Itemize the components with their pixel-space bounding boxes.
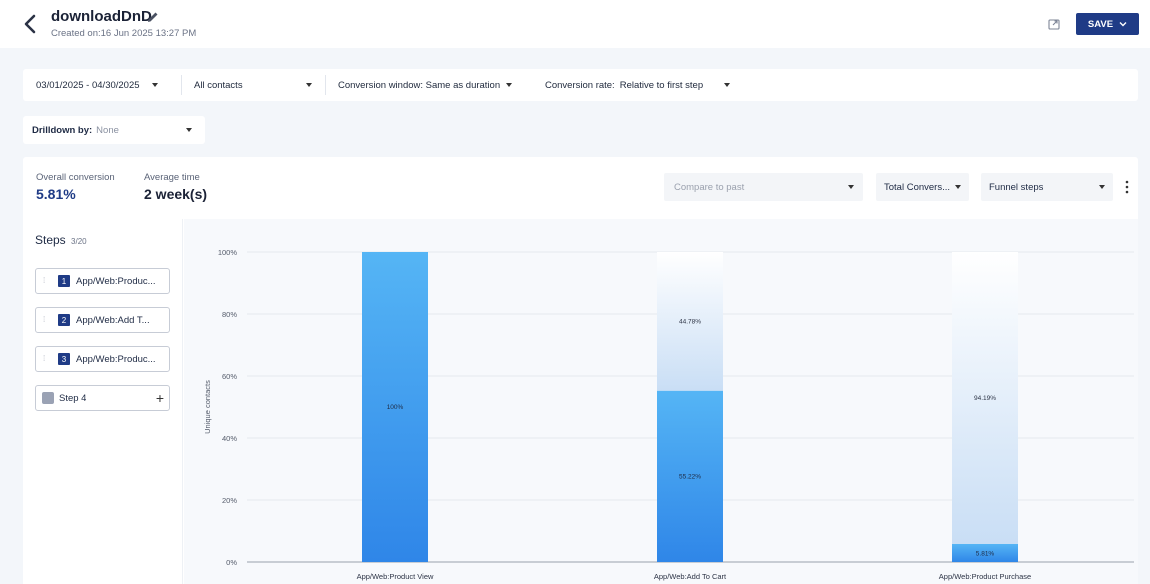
caret-down-icon xyxy=(151,83,158,87)
y-tick-label: 100% xyxy=(218,248,238,257)
drag-handle-icon[interactable]: ⁞ xyxy=(43,316,49,324)
conversion-rate-select[interactable]: Conversion rate: Relative to first step xyxy=(545,69,731,101)
date-range-value: 03/01/2025 - 04/30/2025 xyxy=(36,79,140,91)
drilldown-label: Drilldown by: xyxy=(32,124,93,136)
funnel-chart-area: 0% 20% 40% 60% 80% 100% 100% 44.78% 55.22% 94.19… xyxy=(184,219,1138,584)
step-placeholder-icon xyxy=(42,392,54,404)
add-step-label: Step 4 xyxy=(59,392,87,404)
step-number: 1 xyxy=(58,275,70,287)
chevron-down-icon xyxy=(1119,22,1127,27)
more-options-icon[interactable] xyxy=(1124,178,1130,196)
total-conversions-value: Total Convers... xyxy=(884,181,950,193)
step-item[interactable]: ⁞ 2 App/Web:Add T... xyxy=(35,307,170,333)
bar-dropoff-label: 94.19% xyxy=(974,395,996,402)
funnel-view-select[interactable]: Funnel steps xyxy=(981,173,1113,201)
bar-converted-label: 100% xyxy=(387,404,404,411)
page-header: downloadDnD Created on:16 Jun 2025 13:27… xyxy=(0,0,1150,48)
x-category-label: App/Web:Product View xyxy=(357,572,434,581)
caret-down-icon xyxy=(506,83,513,87)
steps-title: Steps xyxy=(35,233,66,247)
step-label: App/Web:Produc... xyxy=(76,275,156,287)
add-step-button[interactable]: Step 4 + xyxy=(35,385,170,411)
drag-handle-icon[interactable]: ⁞ xyxy=(43,277,49,285)
caret-down-icon xyxy=(724,83,731,87)
step-label: App/Web:Produc... xyxy=(76,353,156,365)
steps-panel: Steps 3/20 ⁞ 1 App/Web:Produc... ⁞ 2 App… xyxy=(23,219,183,584)
conversion-rate-value: Relative to first step xyxy=(619,79,704,91)
divider xyxy=(325,75,326,95)
caret-down-icon xyxy=(848,185,854,189)
date-range-select[interactable]: 03/01/2025 - 04/30/2025 xyxy=(36,69,158,101)
pencil-icon[interactable] xyxy=(146,10,160,24)
created-timestamp: Created on:16 Jun 2025 13:27 PM xyxy=(51,28,197,39)
save-label: SAVE xyxy=(1087,18,1114,30)
conversion-window-select[interactable]: Conversion window: Same as duration xyxy=(338,69,513,101)
caret-down-icon xyxy=(306,83,312,87)
average-time-value: 2 week(s) xyxy=(144,186,208,202)
conversion-window-value: Conversion window: Same as duration xyxy=(338,79,501,91)
contacts-select[interactable]: All contacts xyxy=(194,69,312,101)
average-time-label: Average time xyxy=(144,172,200,183)
overall-conversion-label: Overall conversion xyxy=(36,172,115,183)
divider xyxy=(181,75,182,95)
bar-dropoff-label: 44.78% xyxy=(679,318,701,325)
conversion-rate-label: Conversion rate: xyxy=(545,79,615,91)
filter-bar: 03/01/2025 - 04/30/2025 All contacts Con… xyxy=(23,69,1138,101)
bar-converted-label: 55.22% xyxy=(679,473,701,480)
funnel-chart: 0% 20% 40% 60% 80% 100% 100% 44.78% 55.22% 94.19… xyxy=(203,248,1134,581)
back-arrow-icon[interactable] xyxy=(20,12,40,36)
drilldown-value: None xyxy=(96,124,119,136)
funnel-panel: Overall conversion 5.81% Average time 2 … xyxy=(23,157,1138,584)
y-tick-label: 20% xyxy=(222,496,237,505)
steps-count: 3/20 xyxy=(71,237,87,246)
compare-to-past-select[interactable]: Compare to past xyxy=(664,173,863,201)
caret-down-icon xyxy=(955,185,961,189)
export-icon[interactable] xyxy=(1046,16,1062,32)
compare-to-past-value: Compare to past xyxy=(674,181,745,193)
bar-converted-label: 5.81% xyxy=(976,550,995,557)
drag-handle-icon[interactable]: ⁞ xyxy=(43,355,49,363)
plus-icon[interactable]: + xyxy=(156,390,164,406)
funnel-view-value: Funnel steps xyxy=(989,181,1044,193)
x-category-label: App/Web:Add To Cart xyxy=(654,572,727,581)
drilldown-select[interactable]: Drilldown by: None xyxy=(23,116,205,144)
steps-heading: Steps 3/20 xyxy=(35,233,87,247)
caret-down-icon xyxy=(186,128,192,132)
caret-down-icon xyxy=(1099,185,1105,189)
contacts-value: All contacts xyxy=(194,79,243,91)
step-number: 3 xyxy=(58,353,70,365)
page-title: downloadDnD xyxy=(51,8,152,25)
x-category-label: App/Web:Product Purchase xyxy=(939,572,1031,581)
step-number: 2 xyxy=(58,314,70,326)
step-item[interactable]: ⁞ 3 App/Web:Produc... xyxy=(35,346,170,372)
y-tick-label: 0% xyxy=(226,558,237,567)
y-tick-label: 40% xyxy=(222,434,237,443)
step-item[interactable]: ⁞ 1 App/Web:Produc... xyxy=(35,268,170,294)
save-button[interactable]: SAVE xyxy=(1076,13,1139,35)
step-label: App/Web:Add T... xyxy=(76,314,150,326)
y-axis-label: Unique contacts xyxy=(203,380,212,434)
overall-conversion-value: 5.81% xyxy=(36,186,76,202)
total-conversions-select[interactable]: Total Convers... xyxy=(876,173,969,201)
y-tick-label: 80% xyxy=(222,310,237,319)
y-tick-label: 60% xyxy=(222,372,237,381)
